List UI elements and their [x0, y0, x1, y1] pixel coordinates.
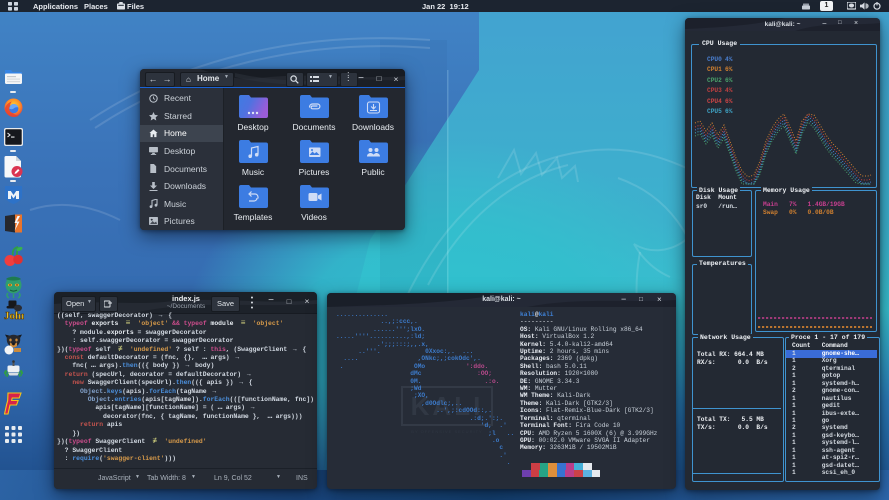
svg-text:John: John	[4, 310, 24, 322]
